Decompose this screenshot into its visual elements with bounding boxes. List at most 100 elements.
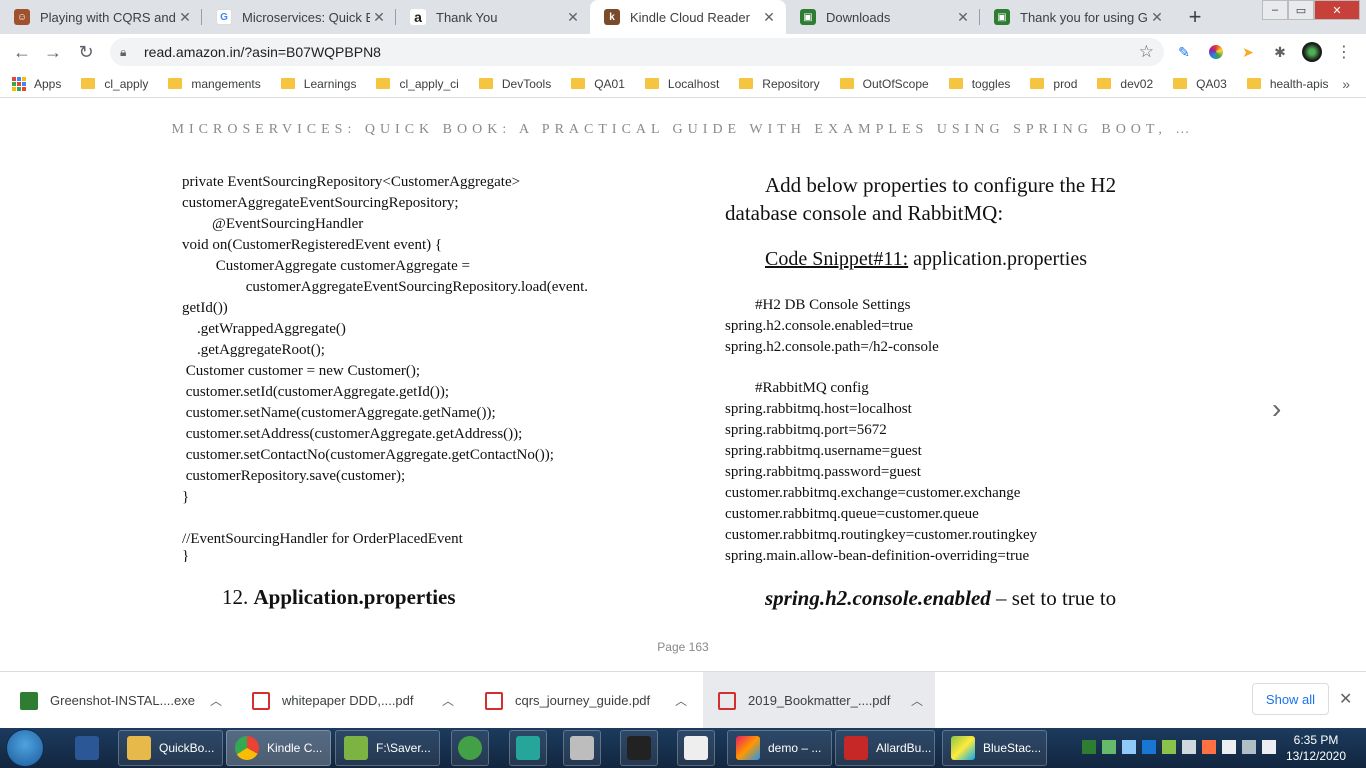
tab-downloads[interactable]: ▣ Downloads ✕ (786, 0, 980, 34)
close-icon[interactable]: ✕ (954, 8, 972, 26)
tab-microservices-google[interactable]: G Microservices: Quick Bo ✕ (202, 0, 396, 34)
download-item[interactable]: Greenshot-INSTAL....exe ︿ (20, 672, 234, 729)
bookmark-folder[interactable]: cl_apply (81, 77, 148, 91)
chevron-up-icon[interactable]: ︿ (911, 692, 923, 709)
bookmark-folder[interactable]: prod (1030, 77, 1077, 91)
pen-extension-icon[interactable]: ✎ (1174, 42, 1194, 62)
tab-playing-with-cqrs[interactable]: ☺ Playing with CQRS and E ✕ (0, 0, 202, 34)
property-line: #H2 DB Console Settings (725, 297, 911, 313)
bookmark-folder[interactable]: toggles (948, 76, 1011, 91)
tray-flag-icon[interactable] (1222, 740, 1236, 754)
taskbar-window[interactable]: demo – ... (727, 730, 832, 766)
bookmark-folder[interactable]: dev02 (1097, 77, 1153, 91)
download-item[interactable]: 2019_Bookmatter_....pdf ︿ (703, 672, 935, 729)
intellij-icon (736, 736, 760, 760)
greenshot-icon: ▣ (800, 9, 816, 25)
taskbar-window[interactable] (563, 730, 601, 766)
tray-app-icon[interactable] (1102, 740, 1116, 754)
tray-bluestacks-icon[interactable] (1162, 740, 1176, 754)
close-icon[interactable]: ✕ (564, 8, 582, 26)
forward-button[interactable]: → (41, 41, 65, 63)
download-item[interactable]: cqrs_journey_guide.pdf ︿ (485, 672, 699, 729)
bookmark-folder[interactable]: cl_apply_ci (376, 77, 459, 91)
close-icon[interactable]: ✕ (1148, 8, 1166, 26)
taskbar-window[interactable]: AllardBu... (835, 730, 935, 766)
taskbar-window[interactable]: Kindle C... (226, 730, 331, 766)
kindle-reader-page: MICROSERVICES: QUICK BOOK: A PRACTICAL G… (0, 99, 1366, 671)
bookmark-folder[interactable]: QA01 (571, 77, 625, 91)
folder-icon (739, 78, 754, 89)
code-line: customerAggregateEventSourcingRepository… (182, 195, 459, 211)
property-line: spring.rabbitmq.host=localhost (725, 401, 912, 417)
taskbar-window[interactable] (620, 730, 658, 766)
taskbar-clock[interactable]: 6:35 PM 13/12/2020 (1280, 732, 1352, 764)
tray-security-icon[interactable] (1142, 740, 1156, 754)
menu-kebab-icon[interactable]: ⋮ (1334, 42, 1354, 62)
taskbar-window[interactable]: F:\Saver... (335, 730, 440, 766)
bookmark-label: QA01 (594, 76, 625, 91)
chevron-right-icon[interactable]: » (1342, 76, 1350, 92)
code-snippet-caption: Code Snippet#11: application.properties (765, 248, 1087, 271)
reload-button[interactable]: ↻ (74, 41, 98, 63)
bookmark-folder[interactable]: DevTools (478, 77, 551, 91)
bookmark-folder[interactable]: OutOfScope (839, 77, 929, 91)
taskbar-window[interactable]: QuickBo... (118, 730, 223, 766)
color-wheel-extension-icon[interactable] (1206, 42, 1226, 62)
taskbar-window[interactable] (509, 730, 547, 766)
close-icon[interactable]: ✕ (1339, 689, 1352, 709)
window-close-button[interactable]: ✕ (1314, 0, 1360, 20)
next-page-arrow-icon[interactable]: › (1272, 393, 1281, 425)
bookmark-apps[interactable]: Apps (12, 76, 61, 91)
close-icon[interactable]: ✕ (176, 8, 194, 26)
bookmark-folder[interactable]: Repository (739, 77, 820, 91)
properties-block-rabbitmq: #RabbitMQ config spring.rabbitmq.host=lo… (725, 378, 1225, 567)
taskbar-window[interactable] (451, 730, 489, 766)
code-line: customer.setId(customerAggregate.getId()… (182, 384, 449, 400)
tray-network-icon[interactable] (1182, 740, 1196, 754)
back-button[interactable]: ← (10, 41, 34, 63)
code-line: .getWrappedAggregate() (182, 321, 346, 337)
bookmark-folder[interactable]: mangements (168, 77, 261, 91)
tray-volume-speaker-icon[interactable] (1262, 740, 1276, 754)
extensions-puzzle-icon[interactable]: ✱ (1270, 42, 1290, 62)
maximize-button[interactable]: ▭ (1288, 0, 1314, 20)
bookmark-folder[interactable]: health-apis (1246, 77, 1329, 91)
tab-thank-you-greenshot[interactable]: ▣ Thank you for using Gre ✕ (980, 0, 1174, 34)
tray-greenshot-icon[interactable] (1082, 740, 1096, 754)
chevron-up-icon[interactable]: ︿ (675, 692, 687, 709)
tab-thank-you[interactable]: a Thank You ✕ (396, 0, 590, 34)
chevron-up-icon[interactable]: ︿ (442, 692, 454, 709)
bookmark-star-icon[interactable]: ☆ (1139, 42, 1154, 62)
snipping-tool-icon (570, 736, 594, 760)
start-button[interactable] (6, 729, 44, 767)
bookmark-folder[interactable]: Localhost (644, 77, 719, 91)
tray-volume-icon[interactable] (1202, 740, 1216, 754)
download-item[interactable]: whitepaper DDD,....pdf ︿ (252, 672, 466, 729)
taskbar-window[interactable] (677, 730, 715, 766)
bookmark-label: toggles (971, 76, 1011, 91)
show-all-button[interactable]: Show all (1252, 683, 1329, 715)
minimize-button[interactable]: – (1262, 0, 1288, 20)
chevron-up-icon[interactable]: ︿ (210, 692, 222, 709)
bookmark-label: prod (1053, 76, 1078, 91)
tab-kindle-cloud-reader[interactable]: k Kindle Cloud Reader ✕ (590, 0, 786, 34)
close-icon[interactable]: ✕ (370, 8, 388, 26)
taskbar-pinned-app[interactable] (70, 730, 104, 766)
property-line: spring.h2.console.enabled=true (725, 318, 913, 334)
bookmark-folder[interactable]: QA03 (1173, 77, 1227, 91)
tab-title: Playing with CQRS and E (40, 9, 176, 25)
code-line: CustomerAggregate customerAggregate = (182, 258, 470, 274)
close-icon[interactable]: ✕ (760, 8, 778, 26)
tray-display-icon[interactable] (1242, 740, 1256, 754)
tray-shield-icon[interactable] (1122, 740, 1136, 754)
bookmark-folder[interactable]: Learnings (280, 77, 356, 91)
profile-avatar-icon[interactable] (1302, 42, 1322, 62)
folder-icon (127, 736, 151, 760)
arrow-extension-icon[interactable]: ➤ (1238, 42, 1258, 62)
download-name: whitepaper DDD,....pdf (282, 693, 414, 708)
taskbar-window[interactable]: BlueStac... (942, 730, 1047, 766)
new-tab-button[interactable]: + (1181, 4, 1209, 29)
address-bar[interactable]: 🔒︎ read.amazon.in/?asin=B07WQPBPN8 ☆ (110, 38, 1164, 66)
folder-icon (1246, 78, 1261, 89)
